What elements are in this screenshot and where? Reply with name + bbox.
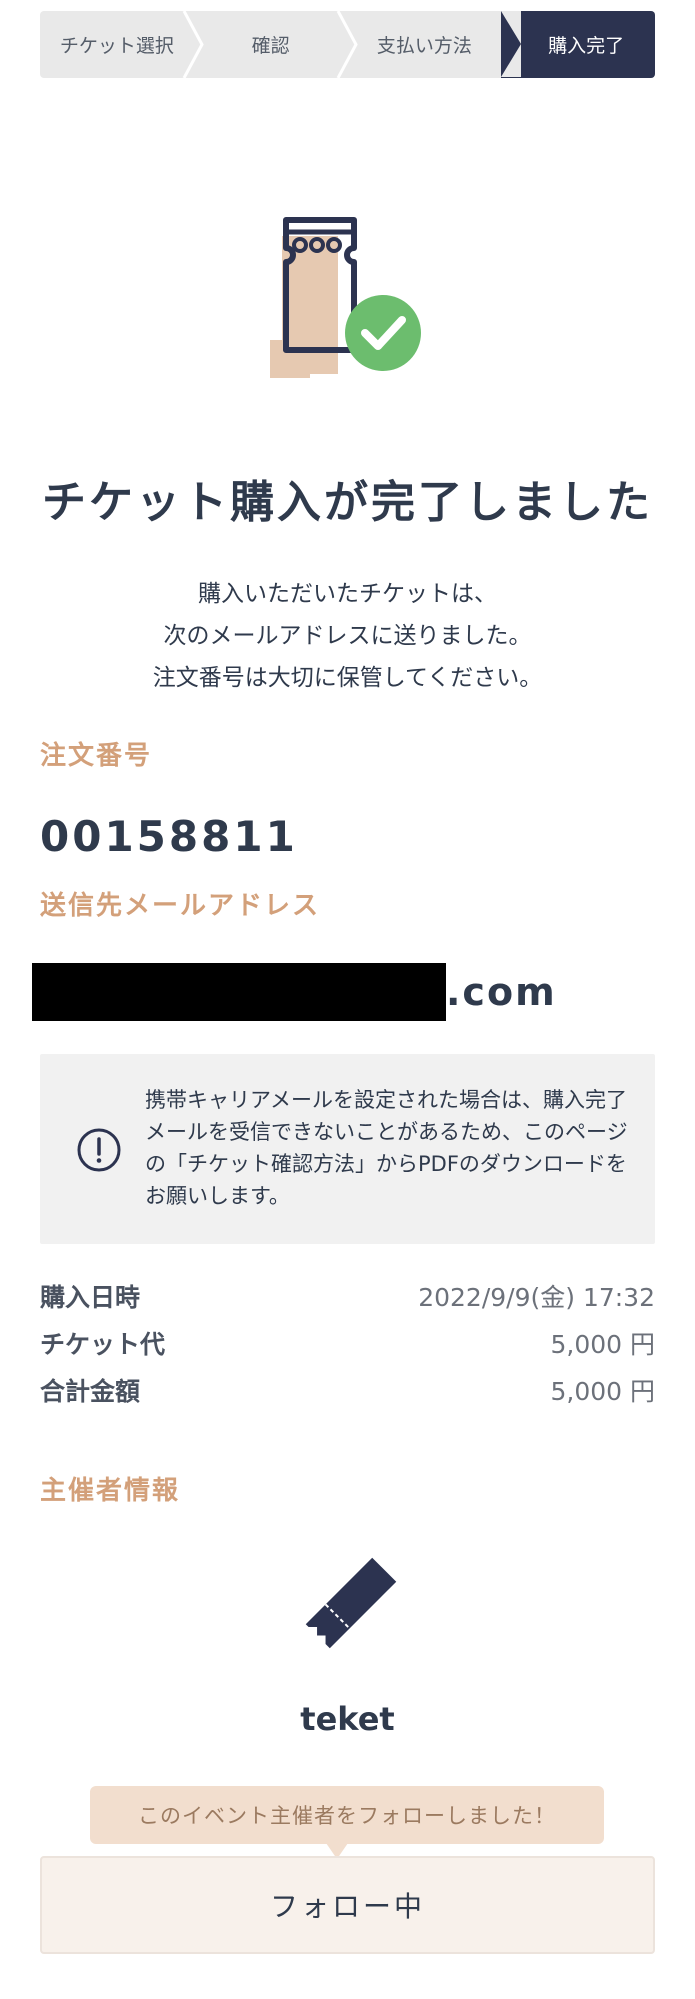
step-payment-method: 支払い方法 bbox=[348, 11, 502, 78]
chevron-divider-icon bbox=[182, 11, 204, 78]
summary-value: 5,000 円 bbox=[550, 1377, 655, 1406]
summary-key: 購入日時 bbox=[40, 1283, 141, 1312]
order-number: 00158811 bbox=[40, 812, 298, 861]
summary-value: 2022/9/9(金) 17:32 bbox=[418, 1283, 655, 1312]
description-line: 購入いただいたチケットは、 bbox=[198, 581, 497, 607]
progress-stepper: チケット選択 確認 支払い方法 購入完了 bbox=[40, 11, 655, 78]
description-line: 次のメールアドレスに送りました。 bbox=[163, 623, 532, 649]
following-button[interactable]: フォロー中 bbox=[40, 1856, 655, 1954]
page-title: チケット購入が完了しました bbox=[42, 477, 653, 528]
carrier-mail-notice: 携帯キャリアメールを設定された場合は、購入完了メールを受信できないことがあるため… bbox=[40, 1054, 655, 1244]
organizer-label: 主催者情報 bbox=[40, 1476, 181, 1506]
organizer-name[interactable]: teket bbox=[0, 1700, 695, 1738]
email-suffix: .com bbox=[446, 970, 557, 1014]
completion-description: 購入いただいたチケットは、 次のメールアドレスに送りました。 注文番号は大切に保… bbox=[0, 573, 695, 699]
step-label: 確認 bbox=[251, 35, 290, 57]
redacted-block bbox=[32, 963, 446, 1021]
summary-row-date: 購入日時 2022/9/9(金) 17:32 bbox=[40, 1276, 655, 1316]
description-line: 注文番号は大切に保管してください。 bbox=[152, 665, 543, 691]
step-label: 購入完了 bbox=[548, 35, 625, 57]
notice-text: 携帯キャリアメールを設定された場合は、購入完了メールを受信できないことがあるため… bbox=[145, 1088, 628, 1208]
ticket-success-illustration bbox=[270, 217, 421, 378]
step-label: 支払い方法 bbox=[376, 35, 472, 57]
step-ticket-select: チケット選択 bbox=[40, 11, 204, 78]
email-address: .com bbox=[32, 962, 557, 1022]
summary-row-total: 合計金額 5,000 円 bbox=[40, 1370, 655, 1410]
summary-key: 合計金額 bbox=[40, 1377, 141, 1406]
summary-key: チケット代 bbox=[40, 1330, 166, 1359]
follow-tooltip: このイベント主催者をフォローしました！ bbox=[90, 1786, 604, 1844]
step-purchase-complete: 購入完了 bbox=[501, 11, 655, 78]
summary-row-ticket-price: チケット代 5,000 円 bbox=[40, 1323, 655, 1363]
step-confirm: 確認 bbox=[194, 11, 358, 78]
order-number-label: 注文番号 bbox=[40, 741, 153, 771]
ticket-icon bbox=[305, 1557, 397, 1649]
summary-value: 5,000 円 bbox=[550, 1330, 655, 1359]
email-label: 送信先メールアドレス bbox=[40, 891, 321, 921]
exclamation-circle-icon bbox=[77, 1128, 121, 1172]
chevron-divider-icon bbox=[336, 11, 358, 78]
step-label: チケット選択 bbox=[59, 35, 174, 57]
